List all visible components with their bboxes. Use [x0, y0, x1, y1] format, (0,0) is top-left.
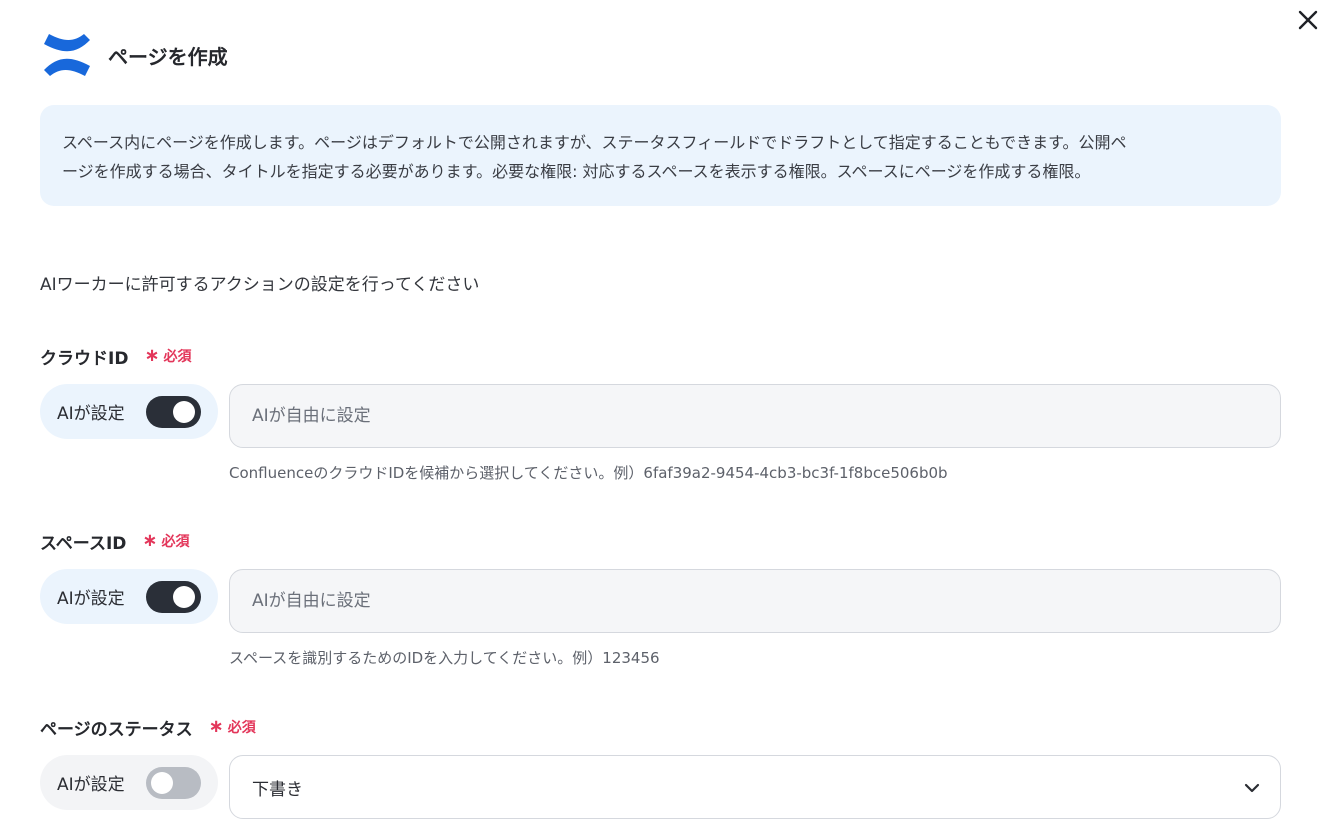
field-page-status: ページのステータス ∗ 必須 AIが設定 下書き — [40, 716, 1281, 819]
description-panel: スペース内にページを作成します。ページはデフォルトで公開されますが、ステータスフ… — [40, 105, 1281, 206]
create-page-dialog: ページを作成 スペース内にページを作成します。ページはデフォルトで公開されますが… — [0, 0, 1320, 823]
toggle-switch[interactable] — [146, 767, 201, 799]
close-icon — [1298, 10, 1318, 30]
asterisk-icon: ∗ — [142, 530, 158, 551]
field-label: スペースID ∗ 必須 — [40, 530, 1281, 554]
field-hint: ConfluenceのクラウドIDを候補から選択してください。例）6faf39a… — [229, 464, 948, 482]
required-text: 必須 — [163, 349, 192, 365]
required-badge: ∗ 必須 — [142, 531, 189, 551]
toggle-knob — [173, 401, 195, 423]
ai-setting-toggle[interactable]: AIが設定 — [40, 569, 218, 624]
field-label: ページのステータス ∗ 必須 — [40, 716, 1281, 740]
required-text: 必須 — [227, 720, 256, 736]
selected-value: 下書き — [252, 779, 303, 800]
toggle-knob — [173, 586, 195, 608]
ai-setting-toggle[interactable]: AIが設定 — [40, 384, 218, 439]
space-id-input[interactable] — [229, 569, 1281, 633]
field-label-text: クラウドID — [40, 348, 129, 369]
required-badge: ∗ 必須 — [144, 346, 191, 366]
description-line-1: スペース内にページを作成します。ページはデフォルトで公開されますが、ステータスフ… — [62, 133, 1127, 152]
toggle-switch[interactable] — [146, 396, 201, 428]
dialog-header: ページを作成 — [42, 32, 228, 78]
asterisk-icon: ∗ — [144, 345, 160, 366]
page-title: ページを作成 — [108, 44, 228, 69]
chevron-down-icon — [1244, 783, 1260, 793]
field-label-text: スペースID — [40, 533, 127, 554]
field-space-id: スペースID ∗ 必須 AIが設定 スペースを識別するためのIDを入力してくださ… — [40, 530, 1281, 667]
cloud-id-input[interactable] — [229, 384, 1281, 448]
ai-setting-label: AIが設定 — [57, 589, 125, 609]
required-text: 必須 — [161, 534, 190, 550]
ai-setting-label: AIが設定 — [57, 775, 125, 795]
field-label: クラウドID ∗ 必須 — [40, 345, 1281, 369]
close-button[interactable] — [1292, 4, 1320, 36]
field-hint: スペースを識別するためのIDを入力してください。例）123456 — [229, 649, 660, 667]
description-line-2: ージを作成する場合、タイトルを指定する必要があります。必要な権限: 対応するスペ… — [62, 162, 1091, 181]
required-badge: ∗ 必須 — [209, 717, 256, 737]
ai-setting-label: AIが設定 — [57, 404, 125, 424]
asterisk-icon: ∗ — [208, 716, 224, 737]
page-status-select[interactable]: 下書き — [229, 755, 1281, 819]
field-label-text: ページのステータス — [40, 719, 193, 740]
toggle-switch[interactable] — [146, 581, 201, 613]
confluence-logo — [44, 34, 90, 76]
field-cloud-id: クラウドID ∗ 必須 AIが設定 ConfluenceのクラウドIDを候補から… — [40, 345, 1281, 482]
ai-setting-toggle[interactable]: AIが設定 — [40, 755, 218, 810]
instruction-text: AIワーカーに許可するアクションの設定を行ってください — [40, 275, 480, 295]
toggle-knob — [151, 772, 173, 794]
